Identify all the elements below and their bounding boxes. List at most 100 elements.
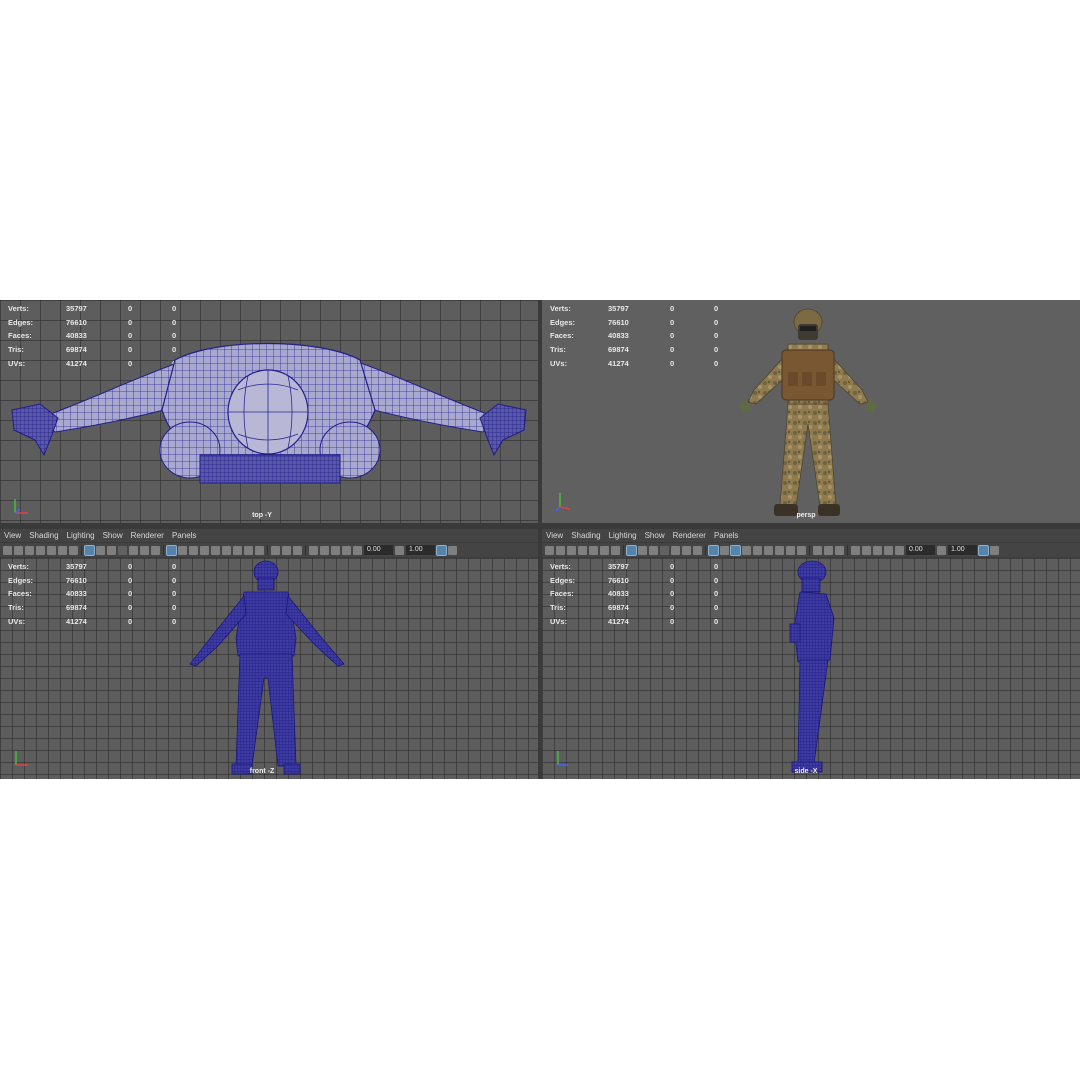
color-management-icon[interactable]	[436, 544, 447, 556]
anti-alias-icon[interactable]	[255, 545, 264, 555]
toolbar-separator	[305, 544, 306, 556]
viewport-front[interactable]: Verts: 35797 0 0 Edges: 76610 0 0 Faces: 40833 0…	[0, 558, 538, 779]
gamma-field[interactable]: 1.00	[406, 545, 435, 555]
gate-mask-icon[interactable]	[660, 545, 669, 555]
menu-shading[interactable]: Shading	[25, 531, 62, 540]
view-transform-icon[interactable]	[448, 545, 457, 555]
toolbar-separator	[81, 544, 82, 556]
view-transform-icon[interactable]	[990, 545, 999, 555]
wireframe-on-shaded-icon[interactable]	[189, 545, 198, 555]
shadows-icon[interactable]	[222, 545, 231, 555]
viewport-persp[interactable]: Verts: 35797 0 0 Edges: 76610 0 0 Faces: 40833 0…	[542, 300, 1080, 523]
grid-icon[interactable]	[84, 544, 95, 556]
menu-show[interactable]: Show	[99, 531, 127, 540]
exposure-icon[interactable]	[895, 545, 904, 555]
smooth-shade-icon[interactable]	[720, 545, 729, 555]
xray-icon[interactable]	[824, 545, 833, 555]
soldier-persp-textured[interactable]	[542, 300, 1080, 523]
light-icon[interactable]	[211, 545, 220, 555]
resolution-gate-icon[interactable]	[649, 545, 658, 555]
camera-attributes-icon[interactable]	[14, 545, 23, 555]
transform-icon[interactable]	[873, 545, 882, 555]
film-gate-icon[interactable]	[96, 545, 105, 555]
grid-icon[interactable]	[626, 544, 637, 556]
camera-icon[interactable]	[3, 545, 12, 555]
texture-icon[interactable]	[742, 545, 751, 555]
resolution-gate-icon[interactable]	[107, 545, 116, 555]
xray-joints-icon[interactable]	[835, 545, 844, 555]
exposure-field[interactable]: 0.00	[906, 545, 935, 555]
panel-menu-bar: View Shading Lighting Show Renderer Pane…	[0, 529, 538, 542]
film-gate-icon[interactable]	[638, 545, 647, 555]
pan-zoom-icon[interactable]	[589, 545, 598, 555]
snapshot-icon[interactable]	[342, 545, 351, 555]
bookmark-icon[interactable]	[567, 545, 576, 555]
soldier-top-wireframe[interactable]	[0, 300, 538, 523]
menu-lighting[interactable]: Lighting	[63, 531, 99, 540]
brush-icon[interactable]	[69, 545, 78, 555]
pan-zoom-icon[interactable]	[47, 545, 56, 555]
menu-panels[interactable]: Panels	[710, 531, 742, 540]
gamma-icon[interactable]	[395, 545, 404, 555]
motion-blur-icon[interactable]	[786, 545, 795, 555]
xray-icon[interactable]	[282, 545, 291, 555]
shadows-icon[interactable]	[764, 545, 773, 555]
menu-renderer[interactable]: Renderer	[669, 531, 710, 540]
ambient-occlusion-icon[interactable]	[775, 545, 784, 555]
toolbar-separator	[267, 544, 268, 556]
safe-action-icon[interactable]	[140, 545, 149, 555]
camera-attributes-icon[interactable]	[556, 545, 565, 555]
menu-show[interactable]: Show	[641, 531, 669, 540]
image-plane-icon[interactable]	[36, 545, 45, 555]
viewport-side[interactable]: Verts: 35797 0 0 Edges: 76610 0 0 Faces: 40833 0…	[542, 558, 1080, 779]
safe-action-icon[interactable]	[682, 545, 691, 555]
brush-icon[interactable]	[611, 545, 620, 555]
wireframe-icon[interactable]	[166, 544, 177, 556]
soldier-side-wireframe[interactable]	[542, 558, 1080, 779]
texture-icon[interactable]	[200, 545, 209, 555]
menu-renderer[interactable]: Renderer	[127, 531, 168, 540]
color-management-icon[interactable]	[978, 544, 989, 556]
hud-toggle-icon[interactable]	[862, 545, 871, 555]
field-chart-icon[interactable]	[671, 545, 680, 555]
wireframe-on-shaded-icon[interactable]	[730, 544, 741, 556]
exposure-icon[interactable]	[353, 545, 362, 555]
bookmark-icon[interactable]	[25, 545, 34, 555]
transform-icon[interactable]	[331, 545, 340, 555]
light-icon[interactable]	[753, 545, 762, 555]
menu-lighting[interactable]: Lighting	[605, 531, 641, 540]
grease-pencil-icon[interactable]	[600, 545, 609, 555]
safe-title-icon[interactable]	[693, 545, 702, 555]
menu-view[interactable]: View	[542, 531, 567, 540]
camera-icon[interactable]	[545, 545, 554, 555]
gate-mask-icon[interactable]	[118, 545, 127, 555]
select-camera-icon[interactable]	[309, 545, 318, 555]
grease-pencil-icon[interactable]	[58, 545, 67, 555]
snapshot-icon[interactable]	[884, 545, 893, 555]
maya-four-view-layout: Verts: 35797 0 0 Edges: 76610 0 0 Faces: 40833 0…	[0, 300, 1080, 779]
camera-label-top: top -Y	[252, 512, 272, 519]
isolate-icon[interactable]	[813, 545, 822, 555]
exposure-field[interactable]: 0.00	[364, 545, 393, 555]
xray-joints-icon[interactable]	[293, 545, 302, 555]
soldier-front-wireframe[interactable]	[0, 558, 538, 779]
ambient-occlusion-icon[interactable]	[233, 545, 242, 555]
select-camera-icon[interactable]	[851, 545, 860, 555]
wireframe-icon[interactable]	[708, 544, 719, 556]
axis-gizmo-icon	[14, 499, 28, 514]
motion-blur-icon[interactable]	[244, 545, 253, 555]
menu-view[interactable]: View	[0, 531, 25, 540]
safe-title-icon[interactable]	[151, 545, 160, 555]
smooth-shade-icon[interactable]	[178, 545, 187, 555]
image-plane-icon[interactable]	[578, 545, 587, 555]
panel-front: View Shading Lighting Show Renderer Pane…	[0, 529, 538, 779]
isolate-icon[interactable]	[271, 545, 280, 555]
menu-panels[interactable]: Panels	[168, 531, 200, 540]
hud-toggle-icon[interactable]	[320, 545, 329, 555]
gamma-field[interactable]: 1.00	[948, 545, 977, 555]
menu-shading[interactable]: Shading	[567, 531, 604, 540]
anti-alias-icon[interactable]	[797, 545, 806, 555]
viewport-top[interactable]: Verts: 35797 0 0 Edges: 76610 0 0 Faces: 40833 0…	[0, 300, 538, 523]
field-chart-icon[interactable]	[129, 545, 138, 555]
gamma-icon[interactable]	[937, 545, 946, 555]
